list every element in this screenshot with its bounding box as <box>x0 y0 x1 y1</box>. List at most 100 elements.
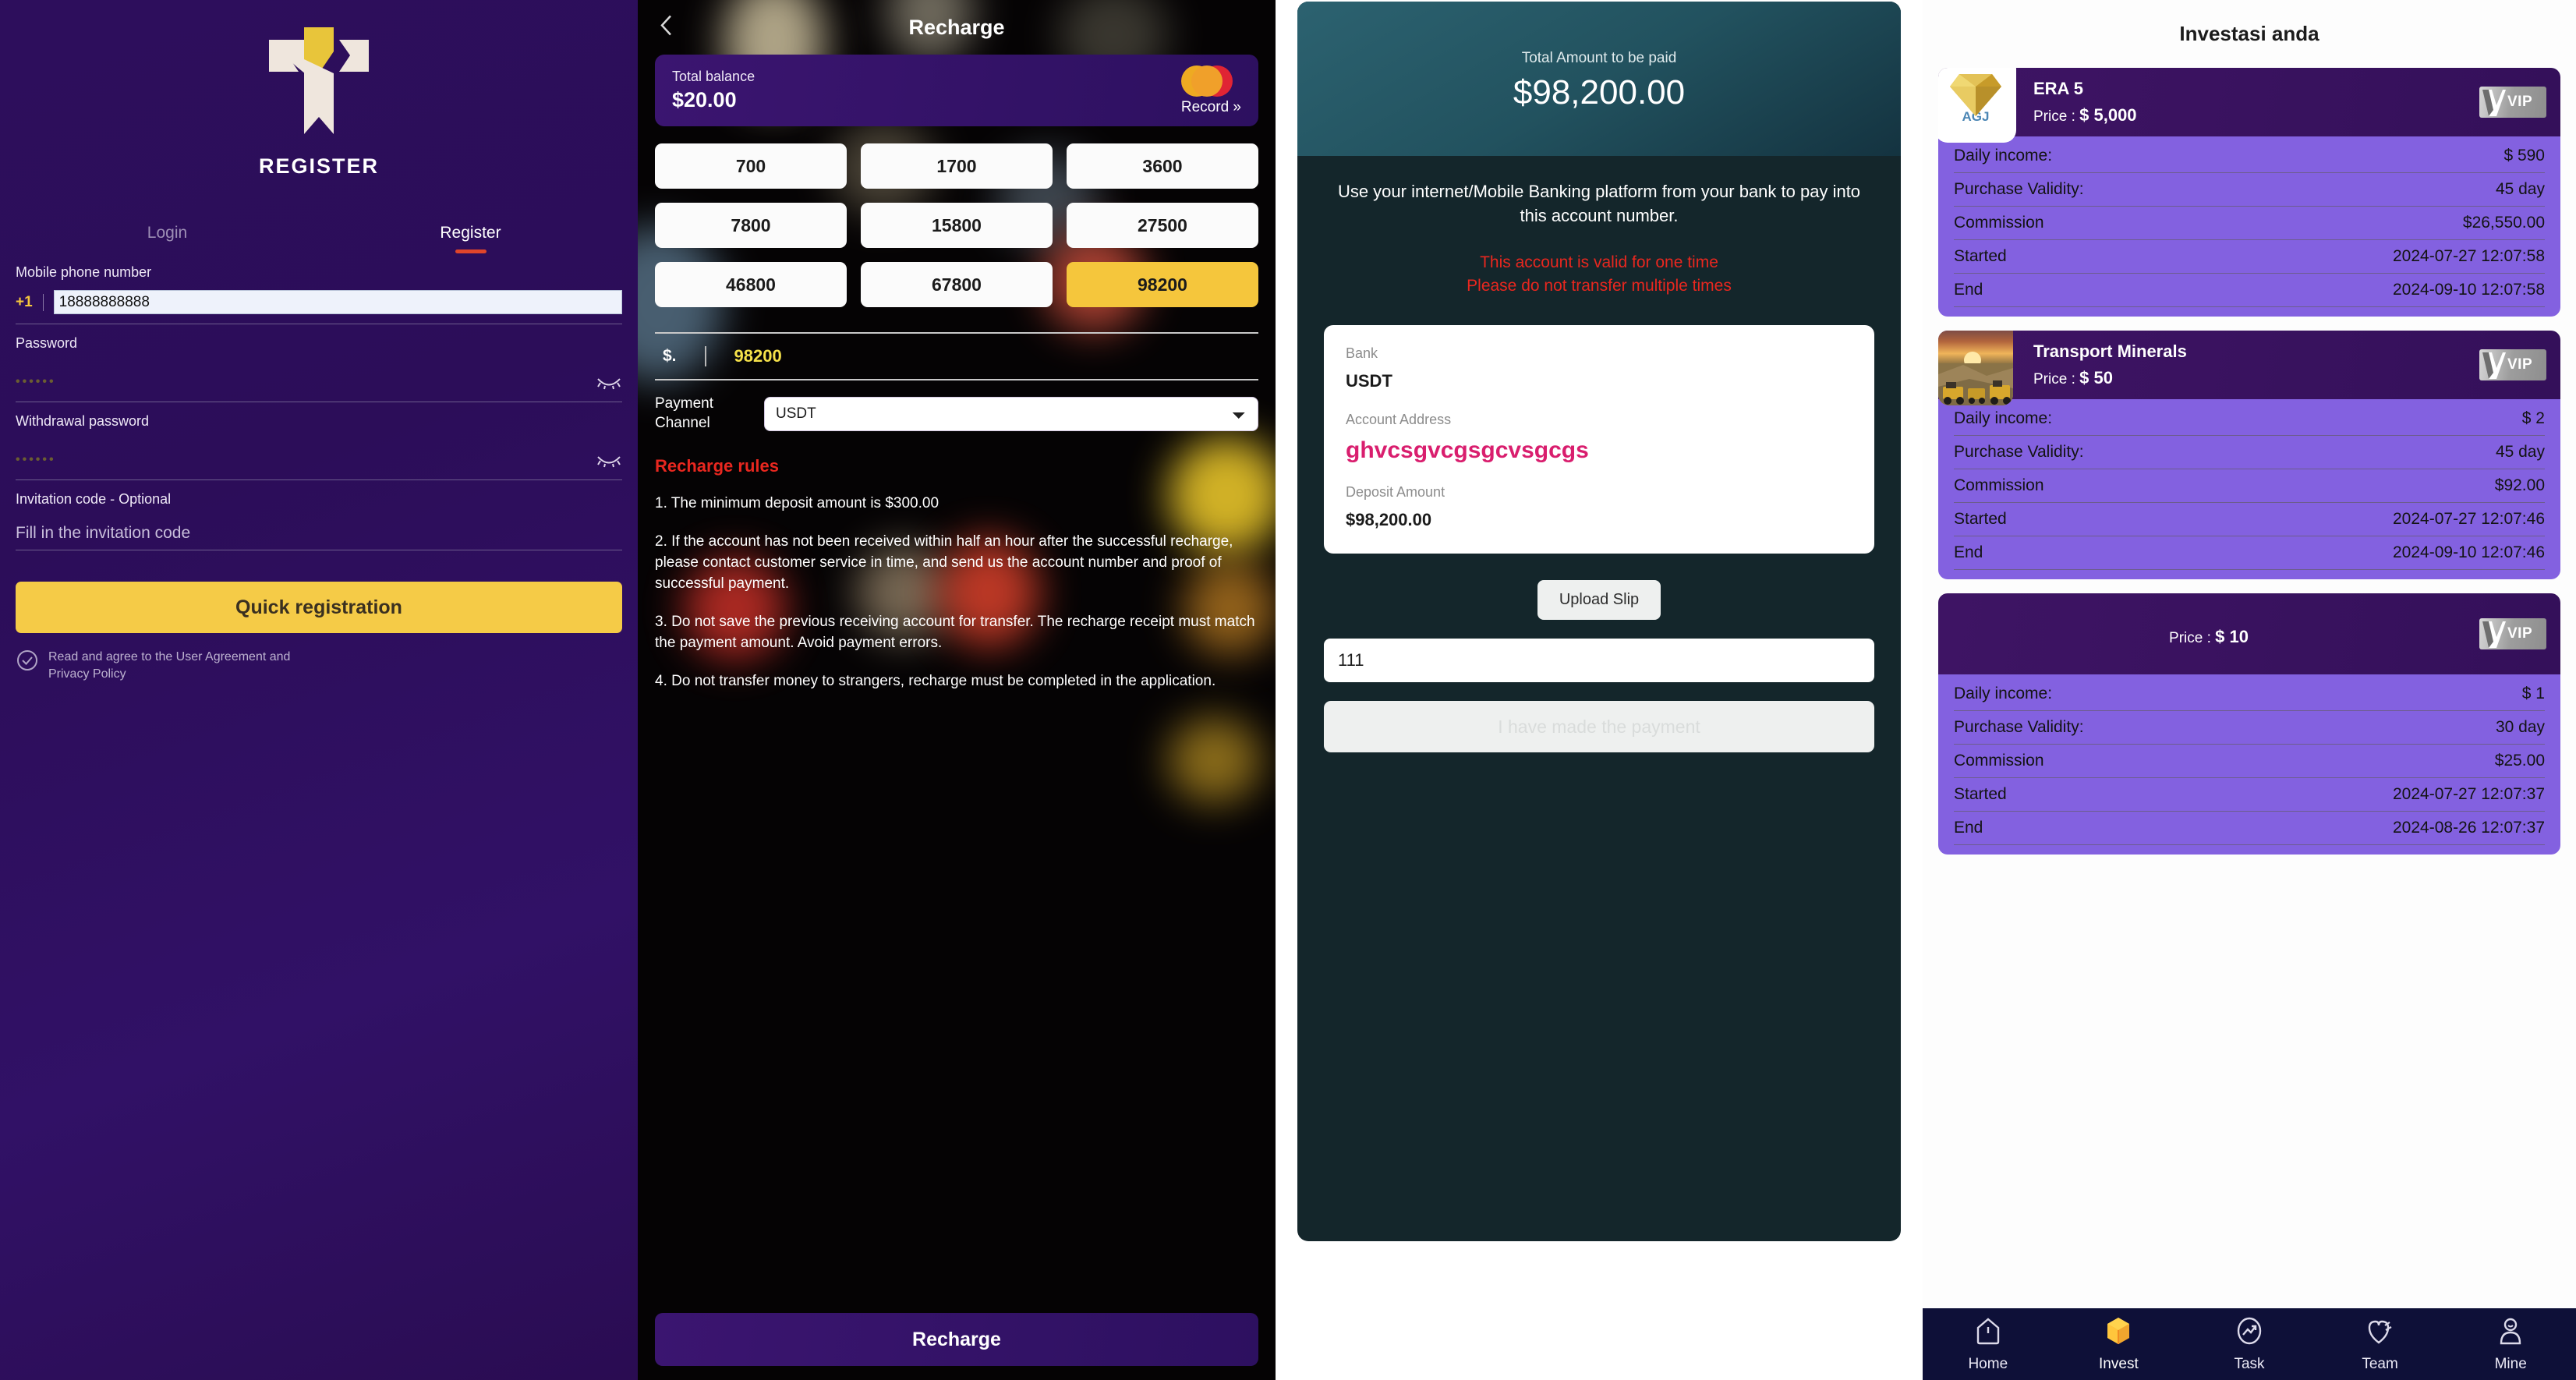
withdrawal-password-value[interactable]: •••••• <box>16 453 596 467</box>
investments-title: Investasi anda <box>2179 22 2319 45</box>
payment-channel-label: Payment Channel <box>655 395 713 431</box>
brand-logo-icon <box>269 27 369 134</box>
detail-row: Commission $26,550.00 <box>1954 207 2545 240</box>
recharge-header: Recharge <box>655 0 1258 55</box>
amount-option[interactable]: 27500 <box>1067 203 1258 248</box>
detail-value: $ 1 <box>2521 685 2545 702</box>
bank-details-card: Bank USDT Account Address ghvcsgvcgsgcvs… <box>1324 325 1874 554</box>
rule-item: 3. Do not save the previous receiving ac… <box>655 614 1255 652</box>
tab-team[interactable]: Team <box>2315 1315 2446 1373</box>
detail-label: Started <box>1954 785 2007 803</box>
rule-item: 2. If the account has not been received … <box>655 533 1233 593</box>
amount-option[interactable]: 67800 <box>861 262 1053 307</box>
account-address-value[interactable]: ghvcsgvcgsgcvsgcgs <box>1346 437 1852 464</box>
tab-invest-label: Invest <box>2099 1356 2139 1372</box>
bank-label: Bank <box>1346 345 1378 362</box>
investment-price-label: Price : <box>2033 371 2075 387</box>
detail-value: 30 day <box>2495 718 2545 736</box>
detail-row: End 2024-09-10 12:07:46 <box>1954 536 2545 570</box>
check-circle-icon[interactable] <box>16 649 39 676</box>
amount-option[interactable]: 1700 <box>861 143 1053 189</box>
total-amount-label: Total Amount to be paid <box>1521 50 1677 66</box>
detail-row: Daily income: $ 590 <box>1954 140 2545 173</box>
balance-label: Total balance <box>672 69 755 84</box>
field-divider <box>42 293 44 311</box>
investment-detail-rows: Daily income: $ 590 Purchase Validity: 45 … <box>1938 136 2560 317</box>
phone-input[interactable] <box>53 290 622 314</box>
mining-photo-icon <box>1938 331 2013 405</box>
person-icon <box>2495 1315 2526 1350</box>
tab-login[interactable]: Login <box>16 224 319 253</box>
agreement-row[interactable]: Read and agree to the User Agreement and… <box>16 649 622 683</box>
tab-invest[interactable]: Invest <box>2054 1315 2185 1373</box>
amount-divider <box>704 346 706 366</box>
investment-price-value: $ 10 <box>2215 627 2249 646</box>
amount-option[interactable]: 7800 <box>655 203 847 248</box>
investment-price-value: $ 5,000 <box>2079 105 2137 125</box>
invitation-input[interactable]: Fill in the invitation code <box>16 524 190 543</box>
slip-reference-input[interactable] <box>1324 639 1874 683</box>
detail-label: Daily income: <box>1954 147 2053 165</box>
cube-icon <box>2103 1315 2134 1350</box>
detail-label: Daily income: <box>1954 685 2053 702</box>
deposit-amount-label: Deposit Amount <box>1346 484 1445 501</box>
tab-active-underline <box>455 249 487 253</box>
invitation-field-group: Invitation code - Optional Fill in the i… <box>16 491 622 550</box>
vip-badge-label: VIP <box>2507 94 2533 110</box>
amount-option[interactable]: 700 <box>655 143 847 189</box>
i-have-made-the-payment-button[interactable]: I have made the payment <box>1324 701 1874 753</box>
amount-option[interactable]: 3600 <box>1067 143 1258 189</box>
detail-row: Purchase Validity: 45 day <box>1954 173 2545 207</box>
detail-value: 2024-09-10 12:07:58 <box>2393 281 2545 299</box>
eye-closed-icon[interactable] <box>596 451 622 469</box>
country-code[interactable]: +1 <box>16 294 33 311</box>
eye-closed-icon[interactable] <box>596 373 622 391</box>
tab-home-label: Home <box>1968 1356 2008 1372</box>
investment-card[interactable]: Price : $ 10 VIP Daily income: $ 1 Purch… <box>1938 593 2560 855</box>
payment-channel-row: Payment Channel USDT <box>655 395 1258 433</box>
detail-row: End 2024-08-26 12:07:37 <box>1954 812 2545 845</box>
tab-task[interactable]: Task <box>2184 1315 2315 1373</box>
balance-amount: $20.00 <box>672 88 737 111</box>
detail-row: Started 2024-07-27 12:07:37 <box>1954 778 2545 812</box>
auth-tabs: Login Register <box>16 224 622 253</box>
upload-slip-button[interactable]: Upload Slip <box>1537 580 1661 621</box>
detail-row: Commission $92.00 <box>1954 469 2545 503</box>
detail-value: $ 590 <box>2503 147 2545 165</box>
password-label: Password <box>16 335 78 351</box>
tab-mine[interactable]: Mine <box>2445 1315 2576 1373</box>
amount-option[interactable]: 46800 <box>655 262 847 307</box>
password-field-group: Password •••••• <box>16 335 622 402</box>
password-value[interactable]: •••••• <box>16 375 596 389</box>
record-link[interactable]: Record » <box>1181 99 1241 116</box>
investment-name: ERA 5 <box>2033 79 2083 98</box>
quick-registration-button[interactable]: Quick registration <box>16 582 622 633</box>
detail-row: End 2024-09-10 12:07:58 <box>1954 274 2545 307</box>
withdrawal-password-label: Withdrawal password <box>16 413 150 429</box>
investment-card[interactable]: Transport Minerals Price : $ 50 VIP Dail… <box>1938 331 2560 579</box>
detail-value: 45 day <box>2495 180 2545 198</box>
detail-value: $ 2 <box>2521 409 2545 427</box>
investments-screen: Investasi anda AGJ ERA 5 Price: $ 5,000… <box>1923 0 2576 1380</box>
amount-input[interactable]: 98200 <box>734 346 782 366</box>
recharge-submit-button[interactable]: Recharge <box>655 1313 1258 1366</box>
chevron-left-icon[interactable] <box>656 13 677 42</box>
tab-home[interactable]: Home <box>1923 1315 2054 1373</box>
investment-detail-rows: Daily income: $ 1 Purchase Validity: 30 da… <box>1938 674 2560 855</box>
detail-row: Purchase Validity: 30 day <box>1954 711 2545 745</box>
rule-item: 1. The minimum deposit amount is $300.00 <box>655 495 939 512</box>
investment-card[interactable]: AGJ ERA 5 Price: $ 5,000 VIP Daily inco… <box>1938 68 2560 317</box>
tab-team-label: Team <box>2362 1356 2398 1372</box>
amount-option-selected[interactable]: 98200 <box>1067 262 1258 307</box>
investment-price-value: $ 50 <box>2079 368 2113 387</box>
amount-options-grid: 700 1700 3600 7800 15800 27500 46800 678… <box>655 143 1258 307</box>
deposit-amount-value: $98,200.00 <box>1346 510 1432 530</box>
detail-row: Daily income: $ 1 <box>1954 678 2545 711</box>
amount-option[interactable]: 15800 <box>861 203 1053 248</box>
tab-register[interactable]: Register <box>319 224 622 253</box>
investments-list: AGJ ERA 5 Price: $ 5,000 VIP Daily inco… <box>1923 68 2576 855</box>
payment-channel-select[interactable]: USDT <box>764 396 1258 431</box>
payment-card: Total Amount to be paid $98,200.00 Use y… <box>1297 2 1901 1241</box>
bank-value: USDT <box>1346 371 1392 391</box>
detail-label: Purchase Validity: <box>1954 443 2084 461</box>
